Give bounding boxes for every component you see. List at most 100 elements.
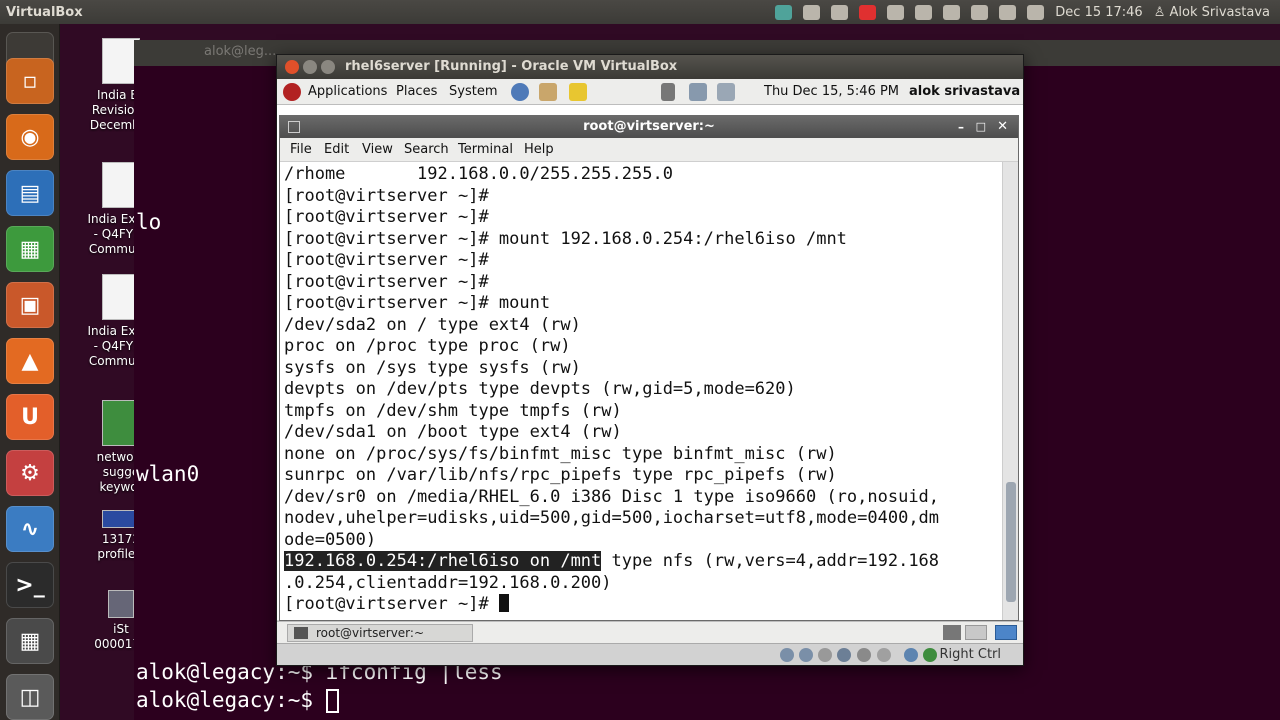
guest-user[interactable]: alok srivastava <box>909 84 1020 99</box>
terminal-line: .0.254,clientaddr=192.168.0.200) <box>284 572 612 593</box>
terminal-scrollbar[interactable] <box>1002 162 1018 620</box>
virtualbox-window[interactable]: rhel6server [Running] - Oracle VM Virtua… <box>276 54 1024 666</box>
guest-bottom-panel: root@virtserver:~ <box>277 621 1023 643</box>
scrollbar-thumb[interactable] <box>1006 482 1016 602</box>
terminal-output[interactable]: /rhome 192.168.0.0/255.255.255.0 [root@v… <box>280 162 1002 620</box>
menu-system[interactable]: System <box>449 84 497 99</box>
terminal-line: [root@virtserver ~]# <box>284 185 489 206</box>
terminal-line: devpts on /dev/pts type devpts (rw,gid=5… <box>284 379 796 399</box>
minimize-icon[interactable]: – <box>958 116 964 138</box>
network-status-icon[interactable] <box>837 648 851 662</box>
mouse-integration-icon[interactable] <box>904 648 918 662</box>
writer-icon[interactable]: ▤ <box>6 170 54 216</box>
trash-icon[interactable]: ◫ <box>6 674 54 720</box>
menu-search[interactable]: Search <box>404 142 449 157</box>
host-key-arrow-icon <box>923 648 937 662</box>
virtualbox-titlebar[interactable]: rhel6server [Running] - Oracle VM Virtua… <box>277 55 1023 79</box>
terminal-line: nodev,uhelper=udisks,uid=500,gid=500,ioc… <box>284 508 940 528</box>
record-icon[interactable] <box>859 4 877 20</box>
envelope-icon[interactable] <box>943 4 961 20</box>
terminal-line: none on /proc/sys/fs/binfmt_misc type bi… <box>284 443 837 464</box>
host-key-label: Right Ctrl <box>939 647 1002 662</box>
menu-view[interactable]: View <box>362 142 393 157</box>
maximize-icon[interactable]: □ <box>976 116 986 138</box>
system-tray: Dec 15 17:46 ♙ Alok Srivastava <box>775 0 1270 24</box>
impress-icon[interactable]: ▣ <box>6 282 54 328</box>
menu-places[interactable]: Places <box>396 84 437 99</box>
terminal-icon[interactable]: >_ <box>6 562 54 608</box>
update-icon[interactable] <box>717 83 735 101</box>
terminal-line: [root@virtserver ~]# <box>284 207 489 227</box>
menu-help[interactable]: Help <box>524 142 554 157</box>
host-user-name: Alok Srivastava <box>1169 4 1270 20</box>
mail-icon[interactable] <box>539 83 557 101</box>
firefox-icon[interactable]: ◉ <box>6 114 54 160</box>
files-icon[interactable]: ▫ <box>6 58 54 104</box>
battery-icon[interactable] <box>803 4 821 20</box>
host-user-menu[interactable]: ♙ Alok Srivastava <box>1154 5 1270 20</box>
speaker-icon[interactable] <box>661 83 675 101</box>
guest-top-panel: Applications Places System Thu Dec 15, 5… <box>277 79 1023 105</box>
terminal-line: [root@virtserver ~]# <box>284 250 489 270</box>
minimize-icon[interactable] <box>303 60 317 74</box>
network-icon[interactable] <box>887 4 905 20</box>
notes-icon[interactable] <box>569 83 587 101</box>
close-icon[interactable]: ✕ <box>997 116 1008 138</box>
terminal-prompt-line[interactable]: [root@virtserver ~]# <box>284 594 509 614</box>
terminal-cursor <box>498 594 509 612</box>
browser-icon[interactable] <box>511 83 529 101</box>
terminal-output-line: wlan0 <box>136 462 200 486</box>
host-clock[interactable]: Dec 15 17:46 <box>1055 5 1142 20</box>
virtualbox-title: rhel6server [Running] - Oracle VM Virtua… <box>345 59 678 74</box>
redhat-logo-icon <box>283 83 301 101</box>
taskbar-button-label: root@virtserver:~ <box>316 626 425 640</box>
guest-clock[interactable]: Thu Dec 15, 5:46 PM <box>764 84 899 99</box>
usb-icon[interactable] <box>818 648 832 662</box>
taskbar-button[interactable]: root@virtserver:~ <box>287 624 473 642</box>
network-icon[interactable] <box>689 83 707 101</box>
workspace-2-icon[interactable] <box>995 625 1017 640</box>
guest-terminal-window[interactable]: root@virtserver:~ – □ ✕ File Edit View S… <box>279 115 1019 621</box>
show-desktop-icon[interactable] <box>943 625 961 640</box>
battery-status-icon[interactable] <box>971 4 989 20</box>
terminal-prompt: [root@virtserver ~]# <box>284 594 499 614</box>
wifi-icon[interactable] <box>999 4 1017 20</box>
speaker-icon[interactable] <box>1027 4 1045 20</box>
ubuntu-one-icon[interactable]: U <box>6 394 54 440</box>
menu-file[interactable]: File <box>290 142 312 157</box>
terminal-cursor <box>325 689 339 713</box>
capture-icon[interactable] <box>877 648 891 662</box>
terminal-line: /dev/sda1 on /boot type ext4 (rw) <box>284 422 622 442</box>
shared-folders-icon[interactable] <box>857 648 871 662</box>
hard-disk-icon[interactable] <box>780 648 794 662</box>
bulb-icon[interactable] <box>831 4 849 20</box>
terminal-line: [root@virtserver ~]# mount <box>284 293 551 313</box>
selected-text[interactable]: 192.168.0.254:/rhel6iso on /mnt <box>284 551 602 571</box>
menu-terminal[interactable]: Terminal <box>458 142 513 157</box>
terminal-line: [root@virtserver ~]# mount 192.168.0.254… <box>284 228 847 249</box>
calc-icon[interactable]: ▦ <box>6 226 54 272</box>
terminal-line: /dev/sda2 on / type ext4 (rw) <box>284 314 581 335</box>
guest-terminal-title: root@virtserver:~ <box>583 119 715 134</box>
menu-edit[interactable]: Edit <box>324 142 349 157</box>
virtualbox-statusbar: Right Ctrl <box>277 643 1023 665</box>
close-icon[interactable] <box>285 60 299 74</box>
guest-terminal-titlebar[interactable]: root@virtserver:~ – □ ✕ <box>280 116 1018 138</box>
terminal-line: proc on /proc type proc (rw) <box>284 336 571 356</box>
window-menu-icon[interactable] <box>288 121 300 133</box>
menu-applications[interactable]: Applications <box>308 84 387 99</box>
workspace-icon[interactable]: ▦ <box>6 618 54 664</box>
terminal-prompt-line[interactable]: alok@legacy:~$ <box>136 688 339 713</box>
terminal-menubar: File Edit View Search Terminal Help <box>280 138 1018 162</box>
gear-icon[interactable] <box>915 4 933 20</box>
system-monitor-icon[interactable]: ∿ <box>6 506 54 552</box>
software-center-icon[interactable]: ▲ <box>6 338 54 384</box>
maximize-icon[interactable] <box>321 60 335 74</box>
terminal-line: sysfs on /sys type sysfs (rw) <box>284 357 581 378</box>
settings-icon[interactable]: ⚙ <box>6 450 54 496</box>
optical-drive-icon[interactable] <box>799 648 813 662</box>
workspace-1-icon[interactable] <box>965 625 987 640</box>
active-app-title: VirtualBox <box>6 4 83 20</box>
indicator-icon[interactable] <box>775 4 793 20</box>
photo-icon <box>108 590 134 618</box>
